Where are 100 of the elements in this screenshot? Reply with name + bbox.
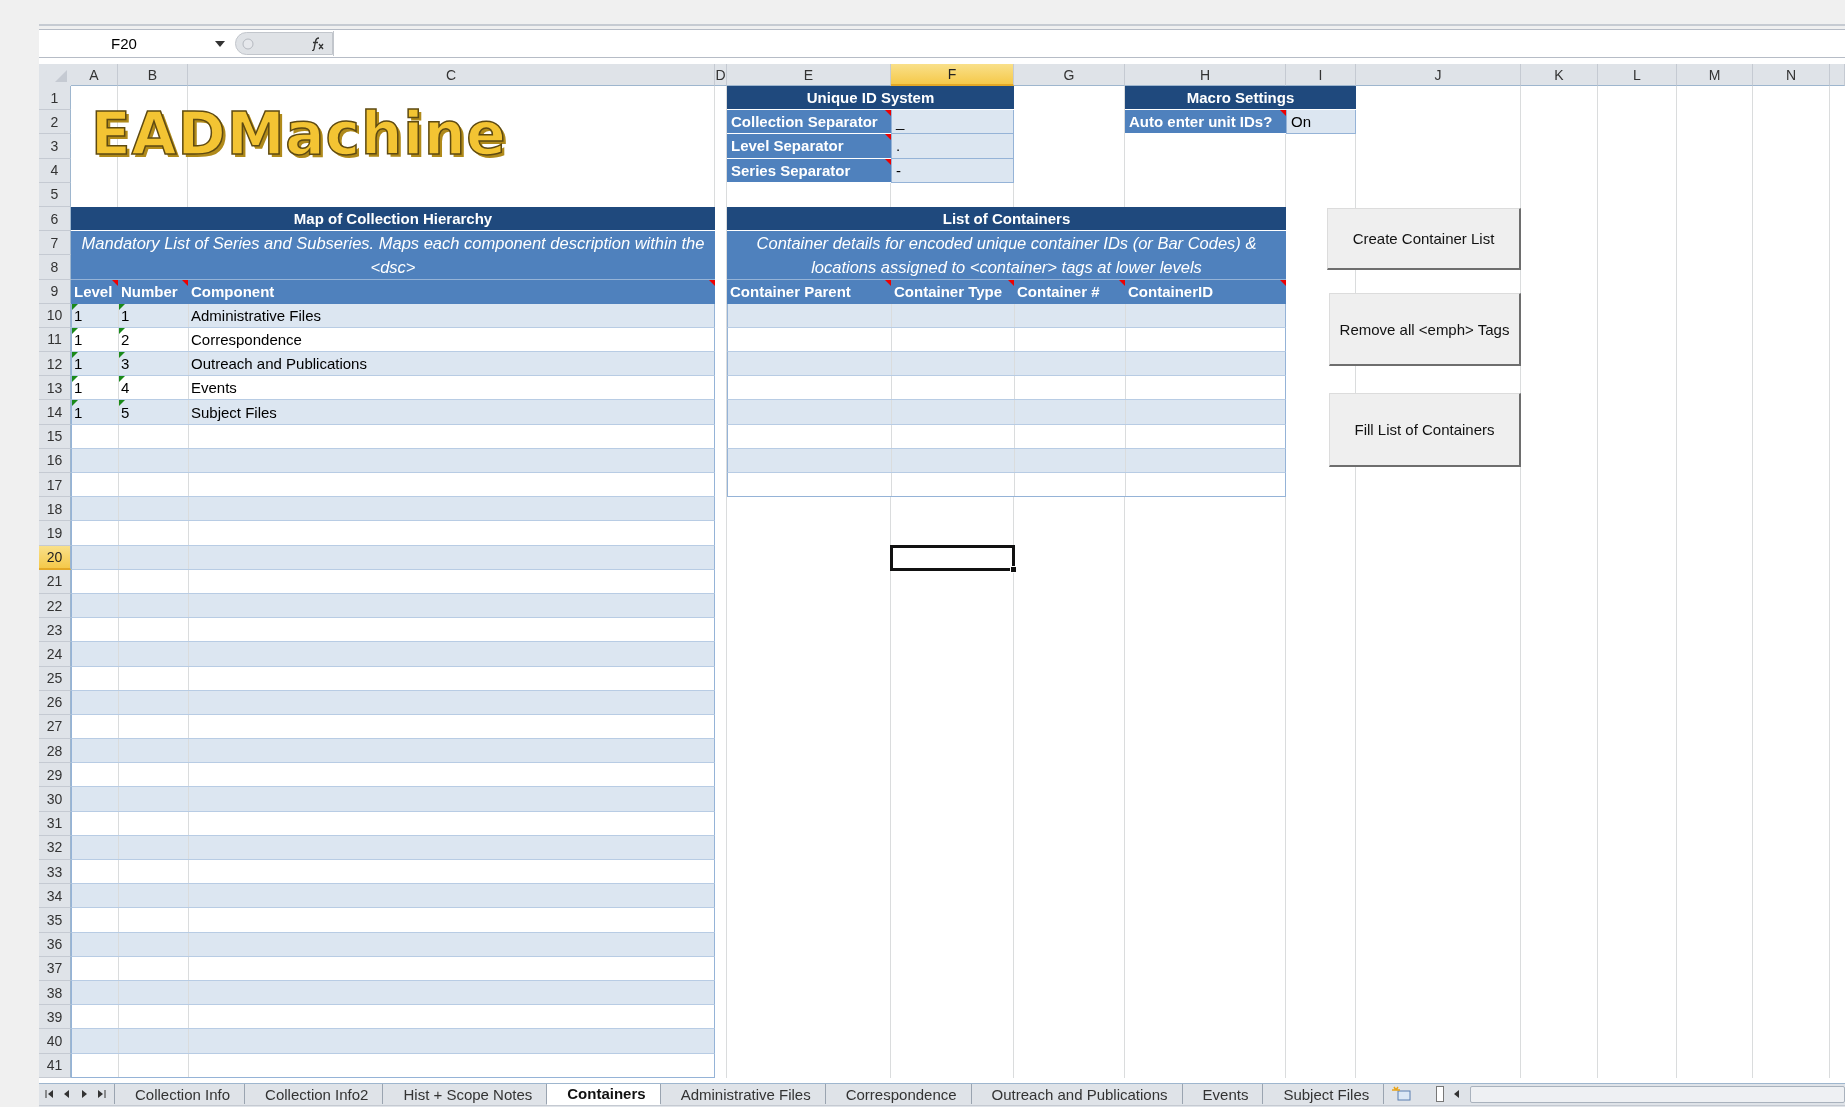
row-header[interactable]: 20 <box>39 545 71 570</box>
row-header[interactable]: 32 <box>39 835 71 860</box>
sheet-tab[interactable]: Collection Info2 <box>244 1084 383 1105</box>
field-label: Series Separator <box>727 158 891 183</box>
column-header[interactable]: G <box>1014 64 1125 86</box>
cell-cursor[interactable] <box>890 544 1015 571</box>
column-header: Number <box>118 279 188 304</box>
splitter-handle[interactable] <box>1436 1086 1445 1103</box>
table-cell-text: Administrative Files <box>190 305 323 326</box>
row-header[interactable]: 13 <box>39 376 71 401</box>
row-header[interactable]: 36 <box>39 932 71 957</box>
circle-icon <box>242 37 254 50</box>
column-header[interactable]: J <box>1356 64 1521 86</box>
column-header[interactable]: B <box>118 64 188 86</box>
column-header: Container Type <box>891 279 1014 304</box>
table-cell: 4 <box>119 376 189 400</box>
table-cell: 2 <box>119 327 189 352</box>
next-sheet-icon[interactable] <box>79 1089 89 1100</box>
row-header[interactable]: 21 <box>39 569 71 594</box>
field-value[interactable]: - <box>891 158 1014 183</box>
row-header[interactable]: 19 <box>39 521 71 546</box>
table-cell-text: Outreach and Publications <box>190 354 368 375</box>
sheet-tab[interactable]: Containers <box>546 1083 660 1105</box>
row-header[interactable]: 16 <box>39 448 71 473</box>
sheet-tab[interactable]: Events <box>1181 1084 1263 1105</box>
field-value[interactable]: On <box>1286 110 1356 135</box>
column-header[interactable]: A <box>71 64 118 86</box>
column-header: Level <box>71 279 118 304</box>
row-header[interactable]: 38 <box>39 980 71 1006</box>
column-header[interactable]: D <box>715 64 727 86</box>
table-title: Macro Settings <box>1125 86 1356 111</box>
sheet-tab[interactable]: Outreach and Publications <box>970 1084 1182 1105</box>
row-header[interactable]: 24 <box>39 642 71 667</box>
column-header[interactable]: H <box>1125 64 1286 86</box>
table-title: Map of Collection Hierarchy <box>71 206 715 232</box>
sheet-tab[interactable]: Administrative Files <box>659 1084 825 1105</box>
sheet-tab[interactable]: Subject Files <box>1262 1084 1384 1105</box>
first-sheet-icon[interactable] <box>45 1089 55 1100</box>
row-header[interactable]: 1 <box>39 86 71 111</box>
macro-button[interactable]: Create Container List <box>1327 208 1521 270</box>
table-cell: 1 <box>72 400 119 424</box>
row-header[interactable]: 15 <box>39 424 71 449</box>
field-value[interactable]: . <box>891 134 1014 159</box>
row-header[interactable]: 33 <box>39 860 71 885</box>
column-header[interactable]: F <box>891 64 1014 86</box>
row-header[interactable]: 7 <box>39 231 71 256</box>
table-description: Mandatory List of Series and Subseries. Maps each component description within the <dsc> <box>71 231 715 280</box>
column-header[interactable]: E <box>727 64 891 86</box>
row-header[interactable]: 35 <box>39 908 71 933</box>
last-sheet-icon[interactable] <box>96 1089 106 1100</box>
row-header[interactable]: 39 <box>39 1005 71 1030</box>
sheet-tab[interactable]: Collection Info <box>114 1084 245 1105</box>
field-value[interactable]: _ <box>891 110 1014 135</box>
table-cell: 1 <box>72 376 119 400</box>
row-header[interactable]: 41 <box>39 1053 71 1078</box>
column-header[interactable]: I <box>1286 64 1356 86</box>
row-header[interactable]: 12 <box>39 352 71 377</box>
column-header: Container # <box>1014 279 1125 304</box>
column-header[interactable]: C <box>188 64 715 86</box>
row-header[interactable]: 31 <box>39 811 71 836</box>
row-header[interactable]: 8 <box>39 255 71 280</box>
sheet-tab[interactable]: Correspondence <box>824 1084 971 1105</box>
row-header[interactable]: 2 <box>39 110 71 135</box>
row-header[interactable]: 3 <box>39 134 71 159</box>
column-header[interactable]: L <box>1598 64 1677 86</box>
caret-icon <box>215 40 225 47</box>
macro-button[interactable]: Fill List of Containers <box>1329 393 1521 467</box>
horizontal-scrollbar[interactable] <box>1470 1085 1845 1103</box>
column-header[interactable]: K <box>1521 64 1598 86</box>
column-header: Component <box>188 279 715 304</box>
previous-sheet-icon[interactable] <box>62 1089 72 1100</box>
row-header[interactable]: 29 <box>39 763 71 788</box>
field-label: Auto enter unit IDs? <box>1125 110 1286 135</box>
row-header[interactable]: 4 <box>39 158 71 183</box>
row-header[interactable]: 11 <box>39 327 71 353</box>
row-header[interactable]: 30 <box>39 787 71 812</box>
row-header[interactable]: 34 <box>39 884 71 909</box>
row-header[interactable]: 6 <box>39 206 71 232</box>
column-header[interactable]: N <box>1753 64 1830 86</box>
table-cell: 1 <box>72 352 119 376</box>
row-header[interactable]: 40 <box>39 1029 71 1054</box>
row-header[interactable]: 22 <box>39 593 71 619</box>
row-header[interactable]: 10 <box>39 303 71 328</box>
name-box[interactable]: F20 <box>39 31 235 56</box>
row-header[interactable]: 14 <box>39 400 71 425</box>
function-icon[interactable] <box>310 36 326 51</box>
row-header[interactable]: 5 <box>39 182 71 207</box>
column-header[interactable]: M <box>1677 64 1753 86</box>
row-header[interactable]: 25 <box>39 666 71 691</box>
row-header[interactable]: 37 <box>39 956 71 981</box>
row-header[interactable]: 28 <box>39 739 71 764</box>
row-header[interactable]: 23 <box>39 618 71 643</box>
macro-button[interactable]: Remove all <emph> Tags <box>1329 293 1521 366</box>
table-cell: 1 <box>72 327 119 352</box>
row-header[interactable]: 17 <box>39 473 71 498</box>
row-header[interactable]: 26 <box>39 690 71 715</box>
row-header[interactable]: 9 <box>39 279 71 304</box>
row-header[interactable]: 27 <box>39 714 71 740</box>
row-header[interactable]: 18 <box>39 497 71 522</box>
table-cell-text: Correspondence <box>190 329 303 350</box>
